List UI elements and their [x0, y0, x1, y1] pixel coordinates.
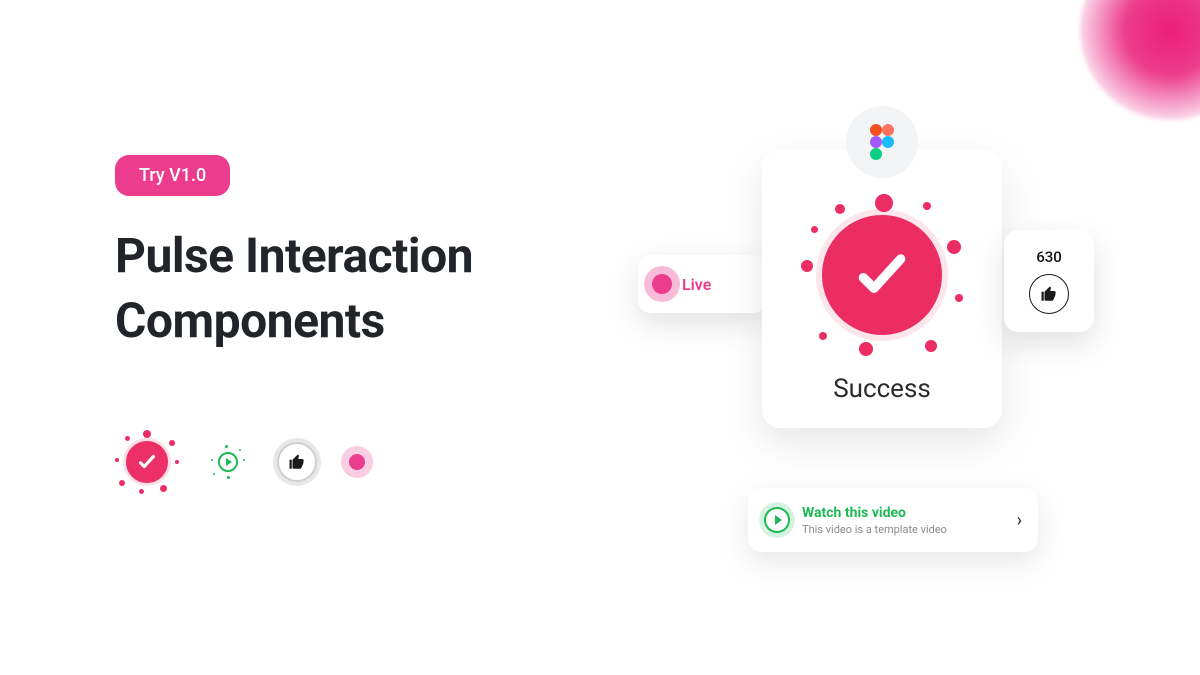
video-title: Watch this video [802, 505, 1005, 521]
thumbs-up-icon [288, 453, 306, 471]
title-line-2: Components [115, 289, 473, 354]
play-icon [764, 507, 790, 533]
success-check-animation [797, 190, 967, 360]
live-card[interactable]: Live [638, 255, 766, 313]
play-icon [218, 452, 238, 472]
thumbs-up-icon [1040, 285, 1058, 303]
chevron-right-icon: › [1017, 510, 1022, 531]
success-label: Success [833, 374, 931, 404]
live-label: Live [682, 275, 711, 294]
figma-icon [846, 106, 918, 178]
like-button[interactable] [1029, 274, 1069, 314]
hero-text-block: Try V1.0 Pulse Interaction Components [115, 155, 473, 354]
video-text: Watch this video This video is a templat… [802, 505, 1005, 536]
video-subtitle: This video is a template video [802, 523, 1005, 536]
decorative-blob [1080, 0, 1200, 120]
example-thumbs-up-icon[interactable] [277, 442, 317, 482]
page-title: Pulse Interaction Components [115, 224, 473, 354]
title-line-1: Pulse Interaction [115, 224, 473, 289]
live-pulse-icon [652, 274, 672, 294]
success-card: Success [762, 150, 1002, 428]
example-pulse-dot-icon[interactable] [349, 454, 365, 470]
likes-card: 630 [1004, 230, 1094, 332]
likes-count: 630 [1036, 248, 1062, 266]
check-icon [126, 441, 168, 483]
example-check-icon[interactable] [115, 430, 179, 494]
try-badge[interactable]: Try V1.0 [115, 155, 230, 196]
video-card[interactable]: Watch this video This video is a templat… [748, 488, 1038, 552]
example-play-icon[interactable] [211, 445, 245, 479]
check-icon [822, 215, 942, 335]
examples-row [115, 430, 365, 494]
